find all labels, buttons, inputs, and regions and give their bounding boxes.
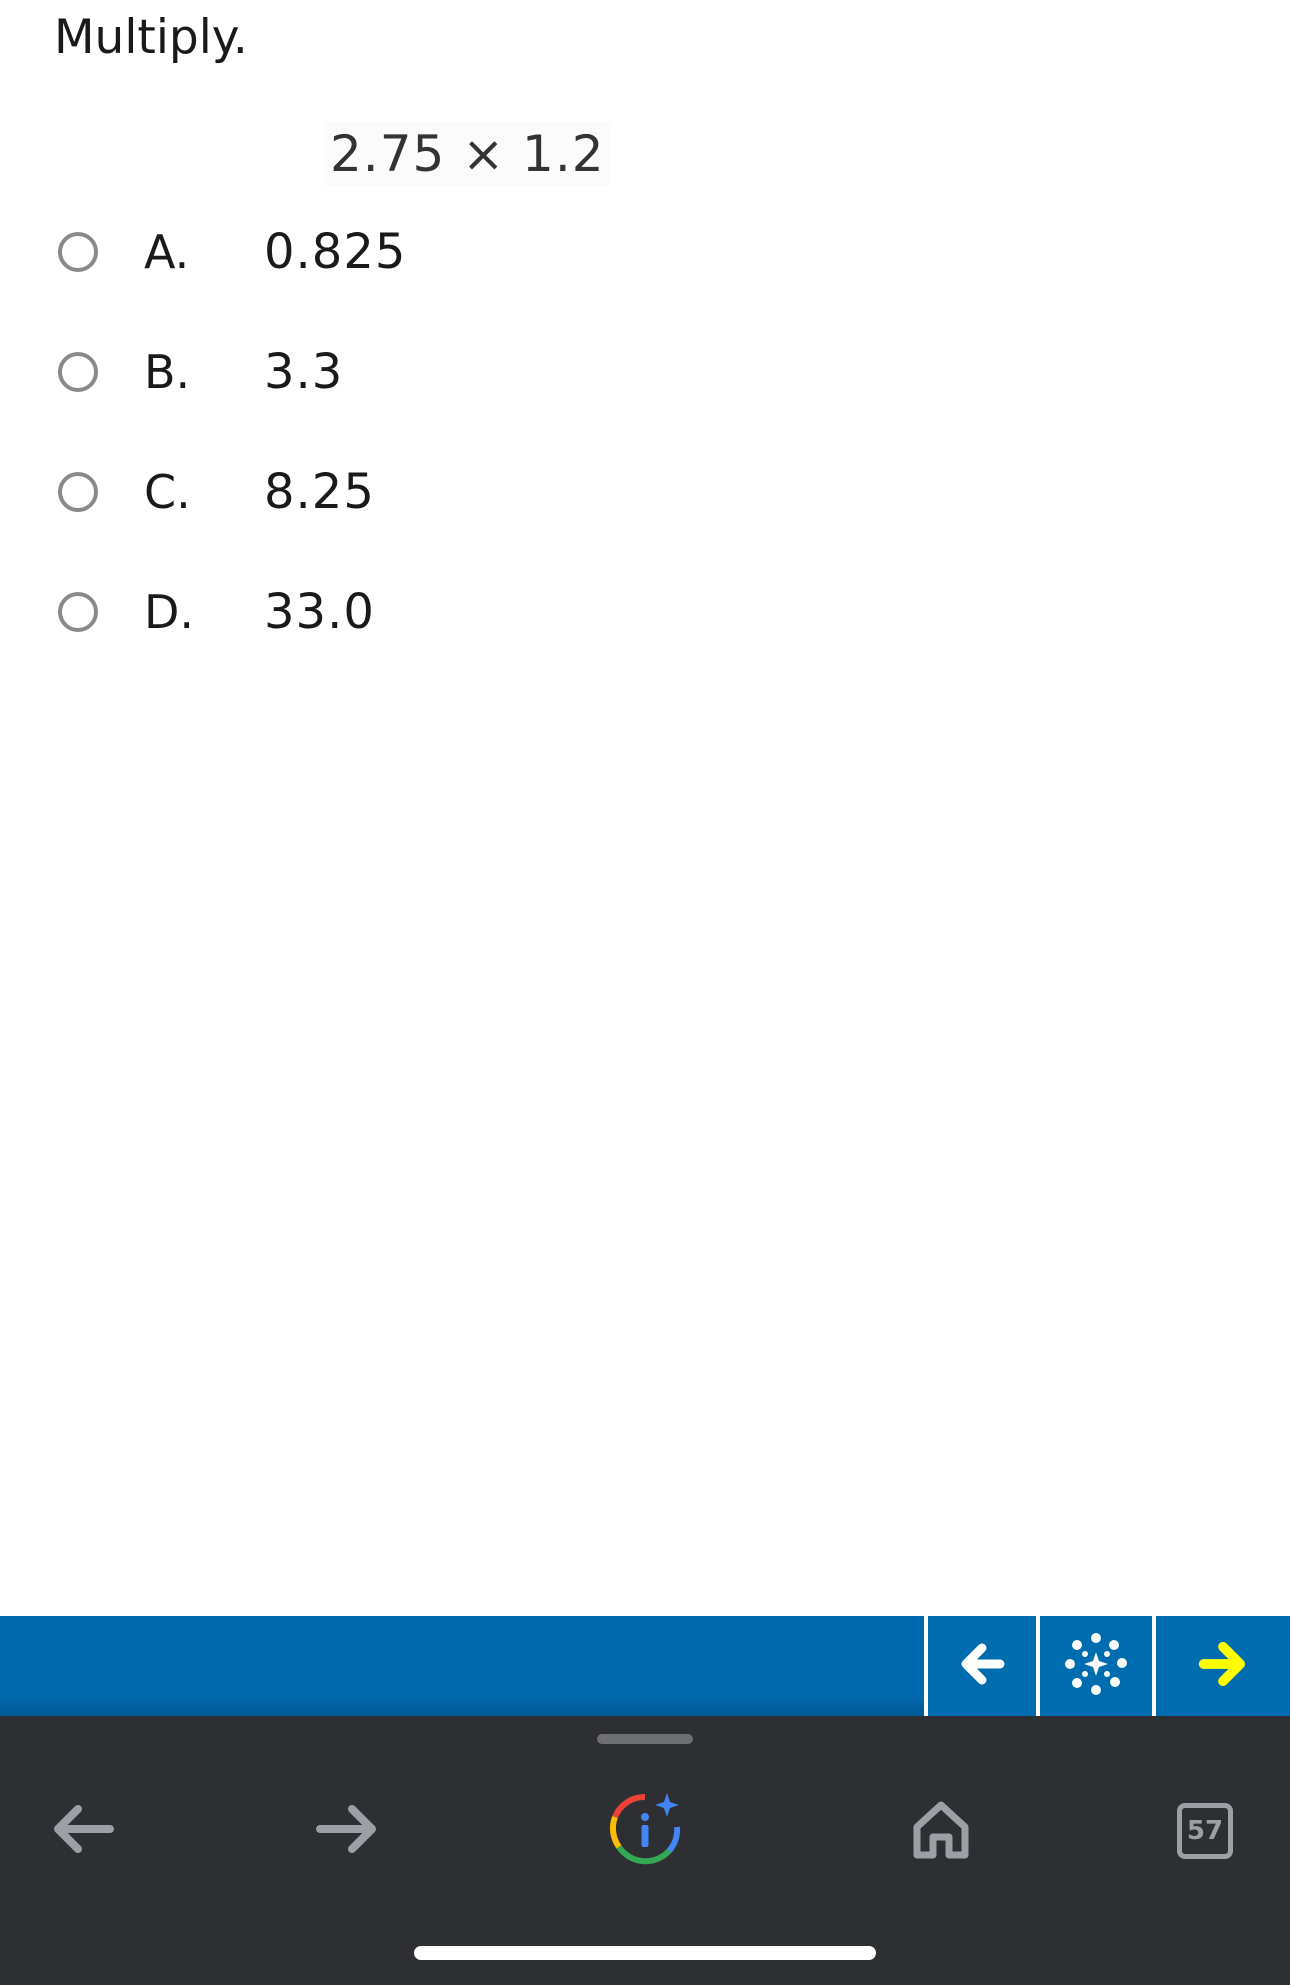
tabs-button[interactable]: 57 (1150, 1776, 1260, 1886)
choice-value: 0.825 (264, 224, 407, 280)
browser-toolbar: 57 (0, 1716, 1290, 1985)
back-arrow-icon (956, 1638, 1008, 1694)
choice-letter: A. (144, 225, 190, 279)
settings-button[interactable] (1040, 1616, 1152, 1716)
choice-letter: D. (144, 585, 195, 639)
radio-button-c[interactable] (58, 472, 98, 512)
radio-button-b[interactable] (58, 352, 98, 392)
choice-value: 3.3 (264, 344, 344, 400)
choice-c[interactable]: C. 8.25 (58, 452, 758, 532)
browser-forward-button[interactable] (292, 1776, 402, 1886)
back-icon (48, 1799, 118, 1863)
choice-letter: C. (144, 465, 191, 519)
forward-icon (312, 1799, 382, 1863)
math-expression: 2.75 × 1.2 (324, 122, 611, 186)
home-icon (909, 1797, 973, 1865)
page: Multiply. 2.75 × 1.2 A. 0.825 B. 3.3 C. … (0, 0, 1290, 1985)
radio-button-a[interactable] (58, 232, 98, 272)
radio-button-d[interactable] (58, 592, 98, 632)
choice-value: 8.25 (264, 464, 375, 520)
tabs-icon: 57 (1177, 1803, 1233, 1859)
home-indicator[interactable] (414, 1946, 876, 1960)
google-lens-button[interactable] (590, 1776, 700, 1886)
browser-back-button[interactable] (28, 1776, 138, 1886)
next-question-button[interactable] (1156, 1616, 1290, 1716)
settings-wheel-icon (1064, 1632, 1128, 1700)
choice-a[interactable]: A. 0.825 (58, 212, 758, 292)
app-toolbar (0, 1616, 1290, 1716)
question-prompt: Multiply. (54, 10, 248, 65)
choice-d[interactable]: D. 33.0 (58, 572, 758, 652)
drag-handle[interactable] (597, 1734, 693, 1744)
home-button[interactable] (886, 1776, 996, 1886)
choice-letter: B. (144, 345, 191, 399)
previous-question-button[interactable] (928, 1616, 1036, 1716)
choice-b[interactable]: B. 3.3 (58, 332, 758, 412)
forward-arrow-icon (1195, 1636, 1251, 1696)
google-lens-icon (605, 1789, 685, 1873)
choice-value: 33.0 (264, 584, 375, 640)
tab-count: 57 (1186, 1816, 1224, 1846)
